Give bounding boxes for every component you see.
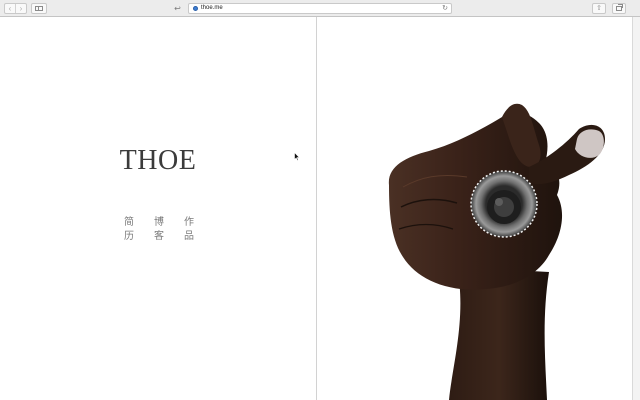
nav-row: 简 博 作	[123, 216, 195, 230]
site-nav: 简 博 作 历 客 品	[123, 216, 195, 244]
right-panel	[317, 17, 632, 400]
globe-icon	[193, 6, 198, 11]
reload-icon[interactable]: ↻	[442, 4, 448, 13]
back-button[interactable]: ‹	[5, 4, 15, 13]
address-bar[interactable]: thoe.me ↻	[188, 3, 452, 14]
forward-button[interactable]: ›	[15, 4, 26, 13]
nav-link-resume-2[interactable]: 历	[123, 231, 135, 243]
left-panel: THOE 简 博 作 历 客 品	[0, 17, 316, 400]
nav-link-works-2[interactable]: 品	[183, 231, 195, 243]
nav-link-blog-2[interactable]: 客	[153, 231, 165, 243]
tabs-icon	[616, 4, 623, 11]
mouse-cursor-icon	[294, 152, 300, 161]
history-nav-group: ‹ ›	[4, 3, 27, 14]
url-text: thoe.me	[201, 5, 223, 11]
chevron-left-icon: ‹	[8, 4, 12, 13]
tabs-button[interactable]	[612, 3, 626, 14]
share-icon: ⇧	[596, 5, 602, 12]
browser-toolbar: ‹ › ↩ thoe.me ↻ ⇧	[0, 0, 640, 17]
site-logo[interactable]: THOE	[0, 145, 316, 177]
sidebar-icon	[35, 6, 43, 11]
hand-with-ring-photo	[388, 103, 605, 400]
nav-row: 历 客 品	[123, 230, 195, 244]
page-content: THOE 简 博 作 历 客 品	[0, 17, 640, 400]
reader-icon: ↩	[174, 4, 181, 13]
sidebar-button[interactable]	[31, 3, 47, 14]
chevron-right-icon: ›	[19, 4, 23, 13]
reader-button[interactable]: ↩	[170, 3, 185, 14]
share-button[interactable]: ⇧	[592, 3, 606, 14]
page-scrollbar[interactable]	[632, 17, 640, 400]
nav-link-works-1[interactable]: 作	[183, 217, 195, 229]
nav-link-blog-1[interactable]: 博	[153, 217, 165, 229]
nav-link-resume-1[interactable]: 简	[123, 217, 135, 229]
